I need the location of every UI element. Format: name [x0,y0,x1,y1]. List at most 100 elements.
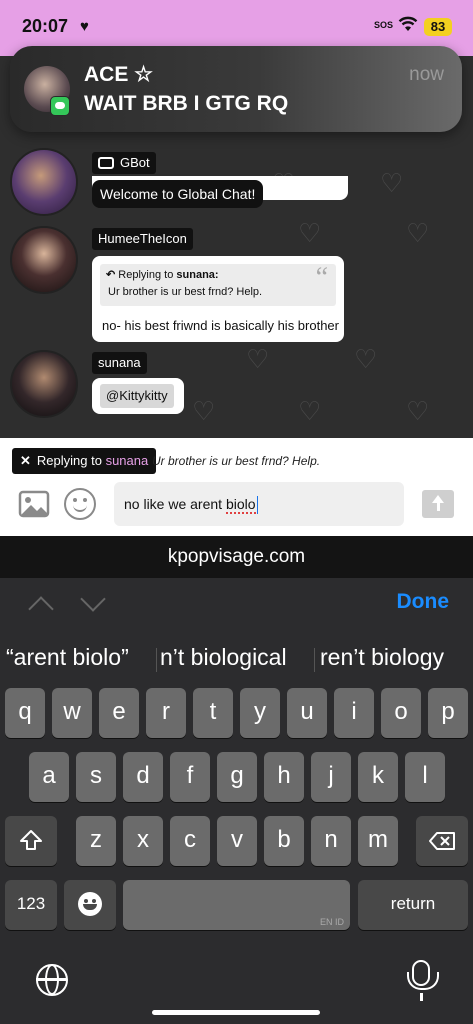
replying-to-tag[interactable]: ✕ Replying to sunana [12,448,157,474]
emoji-key[interactable] [64,880,116,930]
return-key[interactable]: return [358,880,468,930]
key-h[interactable]: h [264,752,304,802]
background-heart-icon: ♡ [298,218,322,248]
input-text: no like we arent [124,496,226,512]
reply-preview-text: Ur brother is ur best frnd? Help. [152,454,321,468]
key-i[interactable]: i [334,688,374,738]
backspace-icon [429,832,455,850]
key-k[interactable]: k [358,752,398,802]
background-heart-icon: ♡ [380,168,404,198]
username-tag[interactable]: GBot [92,152,156,174]
microphone-icon[interactable] [407,960,439,990]
emoji-icon[interactable] [64,488,96,520]
key-b[interactable]: b [264,816,304,866]
background-heart-icon: ♡ [246,344,270,374]
space-bar[interactable]: EN ID [123,880,350,930]
heart-icon: ♥ [80,18,89,35]
browser-url-bar[interactable]: kpopvisage.com [0,536,473,578]
key-y[interactable]: y [240,688,280,738]
background-heart-icon: ♡ [298,396,322,426]
avatar-gbot[interactable] [10,148,78,216]
send-button[interactable] [422,490,454,518]
key-j[interactable]: j [311,752,351,802]
battery-indicator: 83 [424,18,452,36]
notification-banner[interactable]: ACE ☆ WAIT BRB I GTG RQ now [10,46,462,132]
message-bubble[interactable]: ↶ Replying to sunana: Ur brother is ur b… [92,256,344,342]
quoted-reply[interactable]: ↶ Replying to sunana: Ur brother is ur b… [100,264,336,306]
key-x[interactable]: x [123,816,163,866]
key-c[interactable]: c [170,816,210,866]
compose-area: ✕ Replying to sunana Ur brother is ur bes… [0,438,473,536]
background-heart-icon: ♡ [354,344,378,374]
username-label: HumeeTheIcon [98,231,187,246]
messages-icon [50,96,70,116]
key-d[interactable]: d [123,752,163,802]
reply-username: sunana: [176,269,219,281]
suggestion-1[interactable]: “arent biolo” [6,644,129,671]
image-icon[interactable] [18,490,50,518]
emoji-icon [78,892,102,916]
notification-title: ACE ☆ [84,63,153,86]
globe-icon[interactable] [36,964,68,996]
username-tag[interactable]: sunana [92,352,147,374]
message-bubble[interactable]: Welcome to Global Chat! [92,180,264,208]
suggestion-3[interactable]: ren’t biology [320,644,444,671]
keyboard: “arent biolo” n’t biological ren’t biolo… [0,630,473,1024]
key-n[interactable]: n [311,816,351,866]
key-p[interactable]: p [428,688,468,738]
avatar-humee[interactable] [10,226,78,294]
key-f[interactable]: f [170,752,210,802]
key-r[interactable]: r [146,688,186,738]
next-field-icon[interactable] [80,586,106,612]
reply-username: sunana [105,453,149,468]
key-q[interactable]: q [5,688,45,738]
sos-indicator: SOS [374,20,394,30]
suggestion-2[interactable]: n’t biological [160,644,287,671]
message-bubble[interactable]: @Kittykitty [92,378,184,414]
status-time: 20:07 [22,16,69,36]
key-v[interactable]: v [217,816,257,866]
message-text: Welcome to Global Chat! [100,186,256,202]
reply-prefix: Replying to [118,269,174,281]
wifi-icon [398,16,418,31]
bot-icon [98,156,114,169]
username-label: sunana [98,355,141,370]
notification-body: WAIT BRB I GTG RQ [84,92,289,115]
background-heart-icon: ♡ [406,218,430,248]
key-t[interactable]: t [193,688,233,738]
reply-quote-text: Ur brother is ur best frnd? Help. [108,286,263,298]
key-a[interactable]: a [29,752,69,802]
key-w[interactable]: w [52,688,92,738]
done-button[interactable]: Done [397,590,450,614]
username-tag[interactable]: HumeeTheIcon [92,228,193,250]
message-text: no- his best friwnd is basically his bro… [102,318,339,333]
text-caret [256,496,259,515]
key-u[interactable]: u [287,688,327,738]
microphone-stand [420,993,423,1001]
key-s[interactable]: s [76,752,116,802]
username-label: GBot [120,155,150,170]
key-e[interactable]: e [99,688,139,738]
suggestion-divider [156,648,157,672]
key-g[interactable]: g [217,752,257,802]
keyboard-toolbar: Done [0,578,473,630]
previous-field-icon[interactable] [28,596,54,622]
key-o[interactable]: o [381,688,421,738]
key-m[interactable]: m [358,816,398,866]
key-l[interactable]: l [405,752,445,802]
delete-key[interactable] [416,816,468,866]
numbers-key[interactable]: 123 [5,880,57,930]
key-z[interactable]: z [76,816,116,866]
quote-mark-icon: “ [315,262,328,293]
shift-key[interactable] [5,816,57,866]
mention-chip[interactable]: @Kittykitty [100,384,174,408]
background-heart-icon: ♡ [192,396,216,426]
background-heart-icon: ♡ [406,396,430,426]
space-language-hint: EN ID [319,917,344,927]
close-reply-icon[interactable]: ✕ [20,453,31,468]
shift-icon [20,830,42,850]
avatar-sunana[interactable] [10,350,78,418]
reply-label: Replying to [36,453,102,468]
message-input[interactable]: no like we arent biolo [114,482,404,526]
home-indicator[interactable] [152,1010,320,1015]
